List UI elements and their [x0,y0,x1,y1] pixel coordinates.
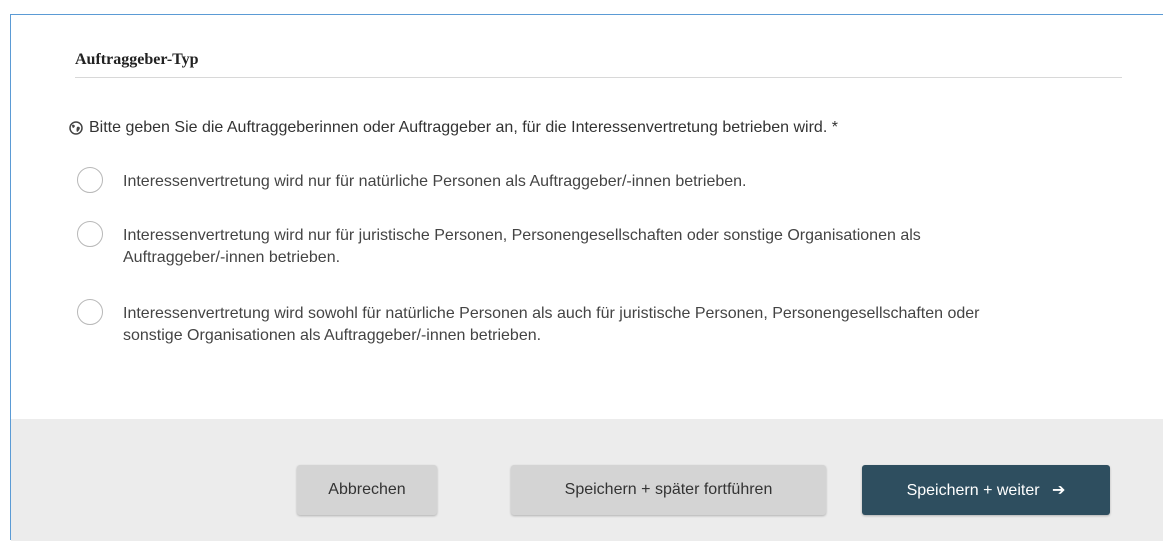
option-label[interactable]: Interessenvertretung wird sowohl für nat… [123,303,1023,347]
option-label[interactable]: Interessenvertretung wird nur für natürl… [123,171,1023,193]
question-text-row: Bitte geben Sie die Auftraggeberinnen od… [69,119,838,137]
form-panel: Auftraggeber-Typ Bitte geben Sie die Auf… [10,14,1163,541]
option-both[interactable]: Interessenvertretung wird sowohl für nat… [77,299,1023,347]
radio-natural-persons[interactable] [77,167,103,193]
radio-legal-persons[interactable] [77,221,103,247]
radio-both[interactable] [77,299,103,325]
option-label[interactable]: Interessenvertretung wird nur für jurist… [123,225,1023,269]
section-title: Auftraggeber-Typ [75,51,1122,78]
save-next-label: Speichern + weiter [906,482,1040,499]
option-legal-persons[interactable]: Interessenvertretung wird nur für jurist… [77,221,1023,269]
question-label: Bitte geben Sie die Auftraggeberinnen od… [89,119,838,136]
save-next-button[interactable]: Speichern + weiter ➔ [862,465,1110,515]
form-footer: Abbrechen Speichern + später fortführen … [11,419,1163,541]
save-later-button[interactable]: Speichern + später fortführen [511,465,826,515]
option-natural-persons[interactable]: Interessenvertretung wird nur für natürl… [77,167,1023,193]
globe-icon [69,121,83,135]
arrow-right-icon: ➔ [1052,482,1066,499]
cancel-button[interactable]: Abbrechen [297,465,437,515]
